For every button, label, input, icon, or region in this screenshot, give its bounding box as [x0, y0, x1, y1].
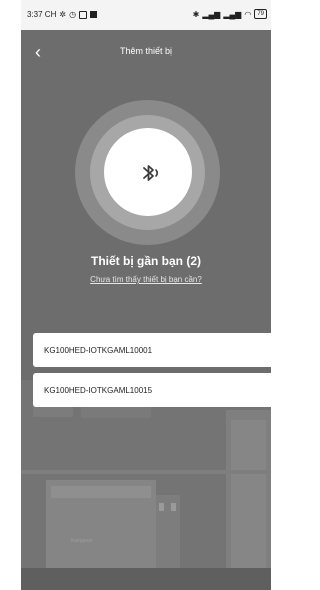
status-right: ✱ ▂▄▆ ▂▄▆ ◠ 79: [193, 9, 267, 19]
page-title: Thêm thiết bị: [119, 46, 173, 56]
phone-screen: Kangaroo 3:37 CH ✲ ◷ ✱ ▂▄▆ ▂▄▆ ◠ 79 ‹ Th…: [21, 0, 271, 590]
notification-box-icon: [79, 10, 88, 19]
status-time: 3:37 CH: [27, 10, 57, 19]
brand-text: Kangaroo: [71, 538, 93, 544]
nearby-devices-title: Thiết bị gần bạn (2): [91, 254, 201, 268]
device-not-found-link[interactable]: Chưa tìm thấy thiết bị bạn cần?: [21, 275, 271, 284]
bluetooth-status-icon: ✱: [192, 9, 200, 19]
alarm-icon: ◷: [69, 10, 77, 19]
device-item[interactable]: KG100HED-IOTKGAML10015: [33, 373, 271, 407]
signal-2-icon: ▂▄▆: [223, 9, 242, 19]
bluetooth-icon: [143, 165, 159, 181]
status-left: 3:37 CH ✲ ◷: [27, 10, 98, 19]
notification-icon: ✲: [59, 10, 67, 19]
device-name: KG100HED-IOTKGAML10001: [44, 345, 153, 355]
status-bar: 3:37 CH ✲ ◷ ✱ ▂▄▆ ▂▄▆ ◠ 79: [21, 0, 271, 30]
signal-icon: ▂▄▆: [202, 9, 221, 19]
battery-icon: 79: [254, 9, 267, 19]
device-item[interactable]: KG100HED-IOTKGAML10001: [33, 333, 271, 367]
wifi-icon: ◠: [244, 9, 252, 19]
notification-square-icon: [90, 11, 98, 18]
top-bar: ‹ Thêm thiết bị: [21, 30, 271, 76]
kitchen-background-image: Kangaroo: [21, 0, 271, 590]
device-name: KG100HED-IOTKGAML10015: [44, 385, 153, 395]
